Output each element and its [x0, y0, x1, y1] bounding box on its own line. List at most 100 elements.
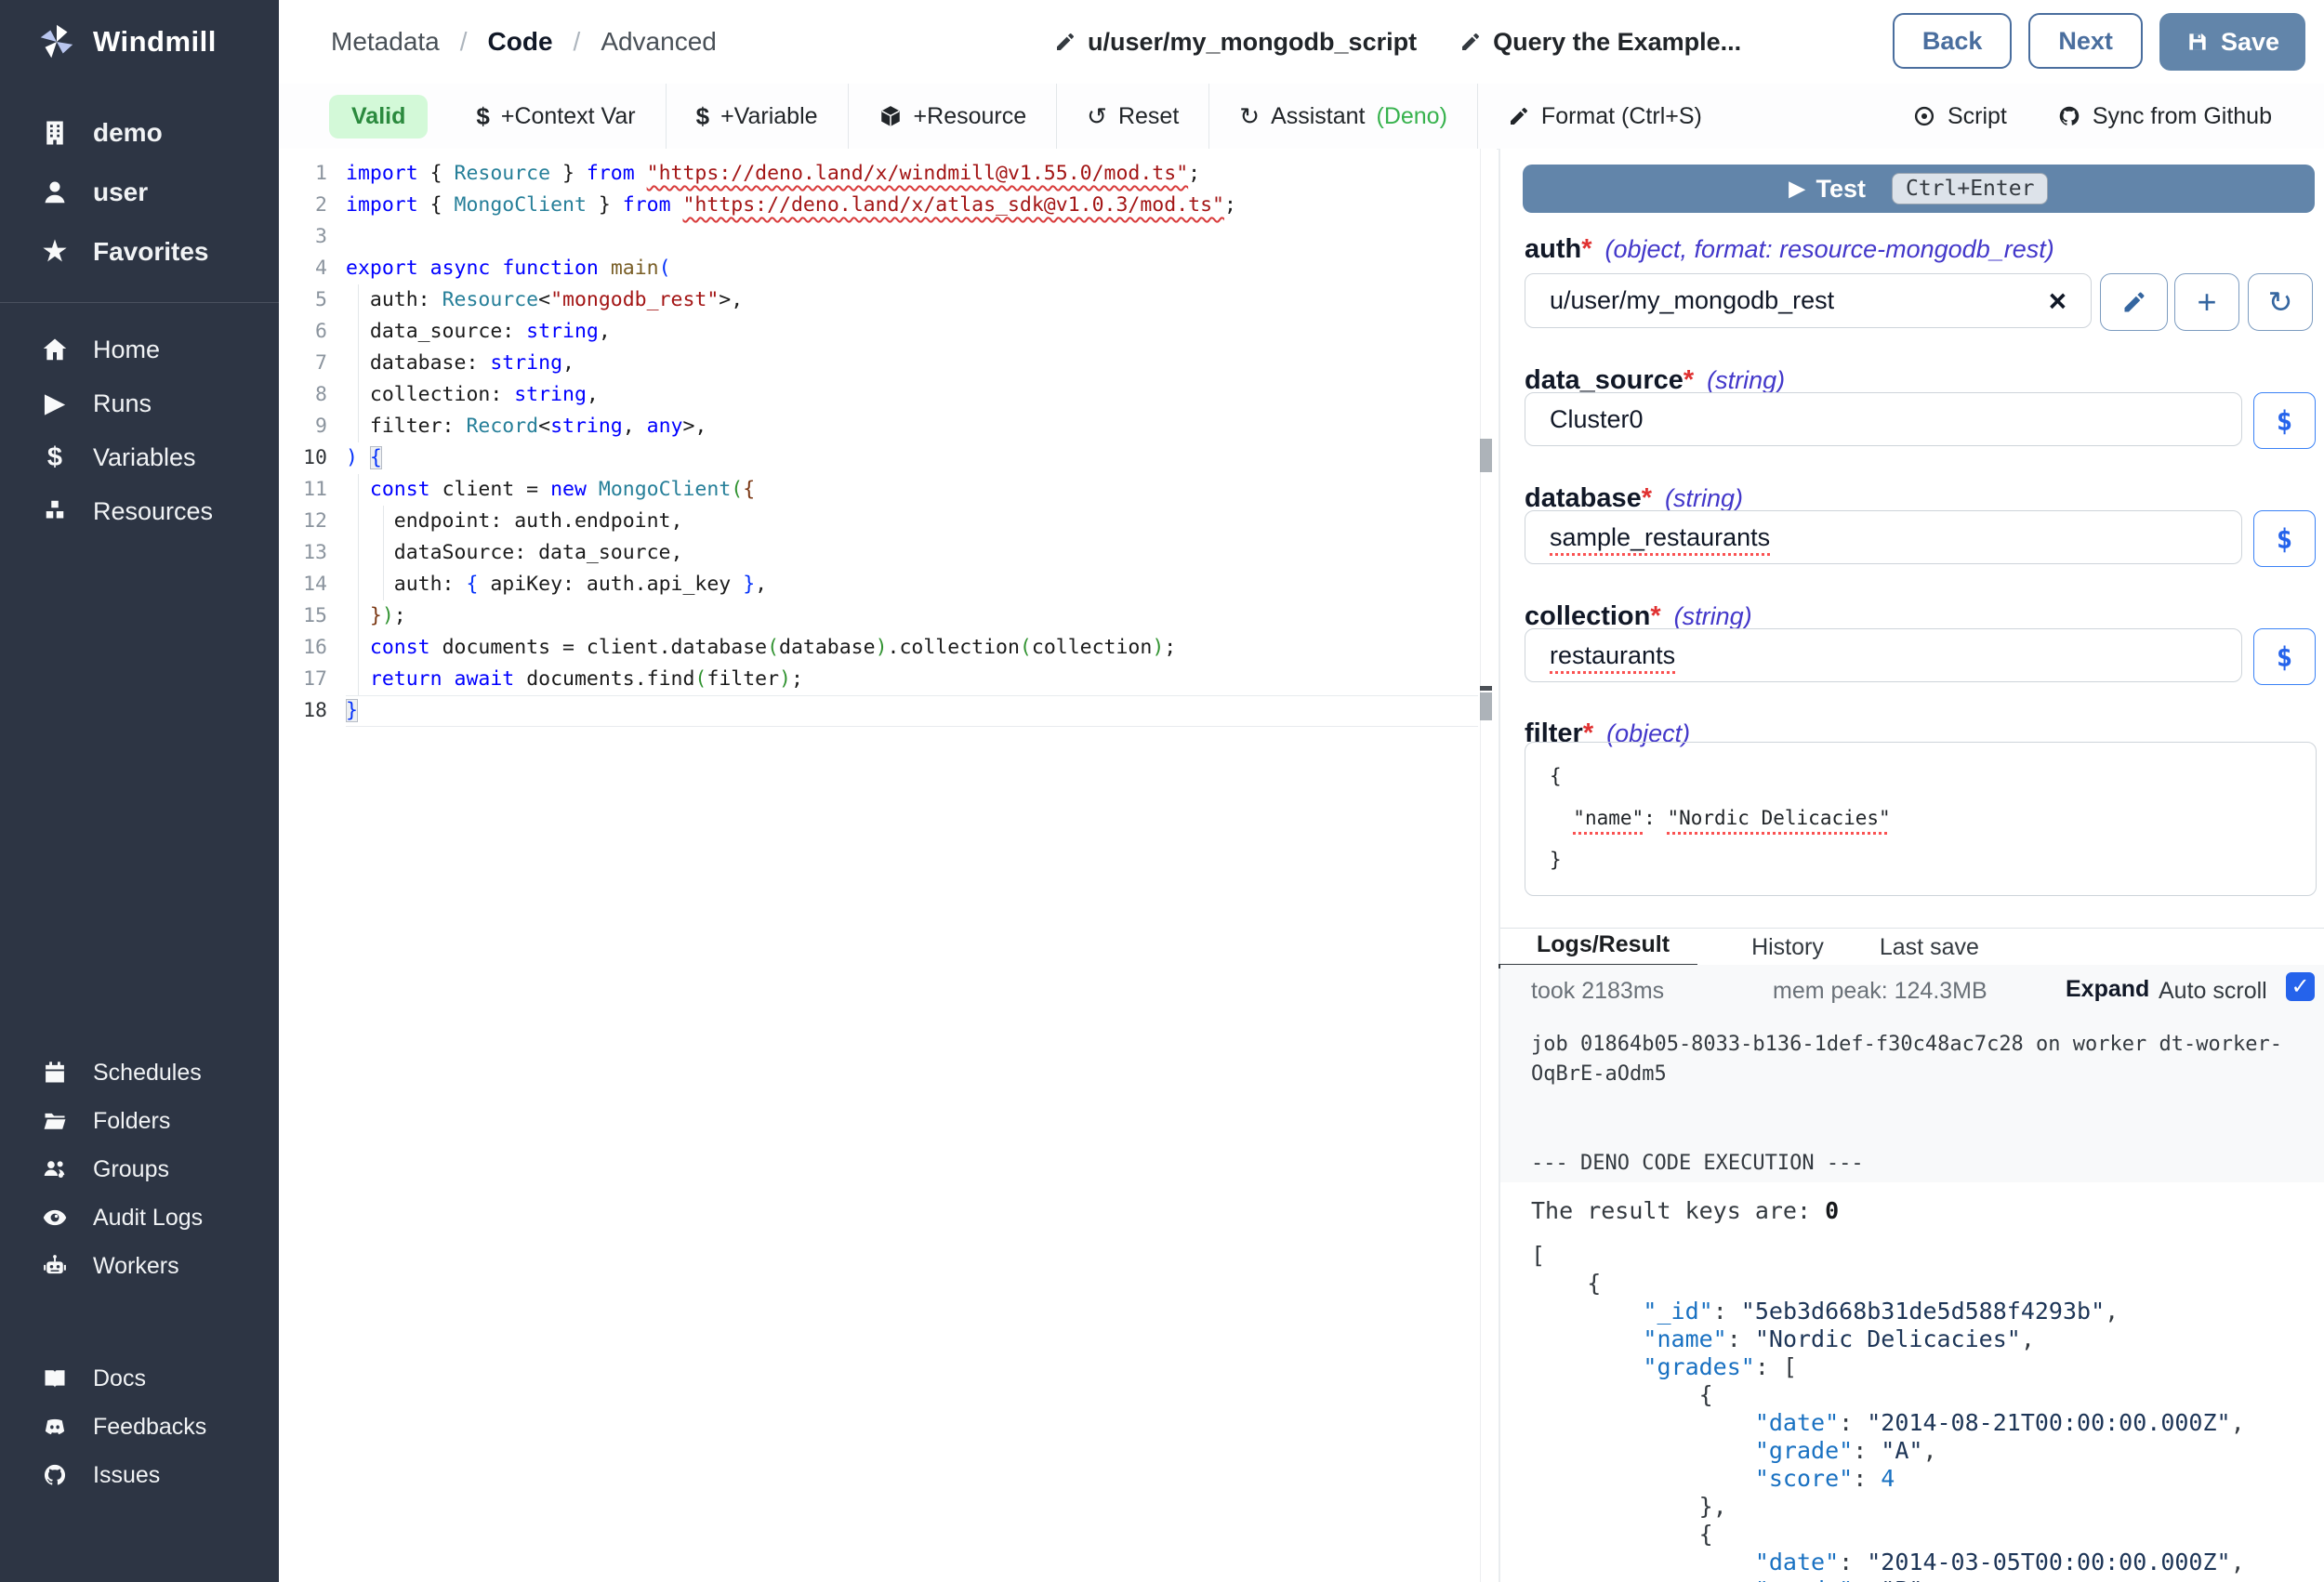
sync-from-github-button[interactable]: Sync from Github [2057, 94, 2272, 139]
brand-logo[interactable]: Windmill [0, 0, 279, 84]
code-line[interactable]: ) { [346, 442, 1478, 474]
sidebar-item-groups[interactable]: Groups [0, 1145, 279, 1193]
line-number[interactable]: 11 [279, 474, 327, 506]
tab-logs-result[interactable]: Logs/Result [1499, 927, 1697, 969]
code-line[interactable]: import { Resource } from "https://deno.l… [346, 158, 1478, 190]
next-button[interactable]: Next [2028, 13, 2143, 69]
code-line[interactable]: filter: Record<string, any>, [346, 411, 1478, 442]
tab-advanced[interactable]: Advanced [601, 27, 717, 57]
expand-button[interactable]: Expand [2066, 976, 2149, 1003]
edit-resource-button[interactable] [2100, 273, 2168, 331]
code-line[interactable]: } [346, 695, 1478, 727]
data-source-value: Cluster0 [1550, 405, 1644, 434]
tab-code[interactable]: Code [488, 27, 553, 57]
sidebar-item-variables[interactable]: $ Variables [0, 430, 279, 484]
auth-resource-input[interactable]: u/user/my_mongodb_rest × [1525, 273, 2092, 328]
line-number[interactable]: 3 [279, 221, 327, 253]
line-number[interactable]: 1 [279, 158, 327, 190]
save-label: Save [2221, 28, 2279, 57]
code-editor[interactable]: 123456789101112131415161718 import { Res… [279, 149, 1497, 1582]
line-number[interactable]: 8 [279, 379, 327, 411]
code-line[interactable]: data_source: string, [346, 316, 1478, 348]
script-summary[interactable]: Query the Example... [1459, 28, 1741, 57]
tab-history[interactable]: History [1751, 929, 1824, 966]
auto-scroll-checkbox[interactable]: ✓ [2286, 972, 2315, 1001]
assistant-button[interactable]: ↻ Assistant (Deno) [1209, 94, 1477, 139]
sidebar-item-resources[interactable]: Resources [0, 484, 279, 538]
code-line[interactable]: dataSource: data_source, [346, 537, 1478, 569]
refresh-resource-button[interactable]: ↻ [2248, 273, 2313, 331]
collection-var-picker-button[interactable]: $ [2253, 628, 2316, 685]
line-number[interactable]: 13 [279, 537, 327, 569]
line-number[interactable]: 12 [279, 506, 327, 537]
sidebar-item-docs[interactable]: Docs [0, 1354, 279, 1403]
editor-toolbar: Valid $ +Context Var $ +Variable +Resour… [279, 84, 2324, 150]
data-source-var-picker-button[interactable]: $ [2253, 392, 2316, 449]
script-path[interactable]: u/user/my_mongodb_script [1054, 28, 1417, 57]
line-number[interactable]: 5 [279, 284, 327, 316]
code-line[interactable]: const client = new MongoClient({ [346, 474, 1478, 506]
code-line[interactable]: database: string, [346, 348, 1478, 379]
tab-metadata[interactable]: Metadata [331, 27, 440, 57]
database-var-picker-button[interactable]: $ [2253, 510, 2316, 567]
sidebar-item-user[interactable]: user [0, 163, 279, 222]
code-line[interactable]: auth: { apiKey: auth.api_key }, [346, 569, 1478, 600]
filter-json-editor[interactable]: { "name": "Nordic Delicacies"} [1525, 742, 2317, 896]
line-number[interactable]: 15 [279, 600, 327, 632]
data-source-input[interactable]: Cluster0 [1525, 392, 2242, 446]
code-line[interactable]: endpoint: auth.endpoint, [346, 506, 1478, 537]
code-line[interactable]: import { MongoClient } from "https://den… [346, 190, 1478, 221]
line-number[interactable]: 17 [279, 664, 327, 695]
code-line[interactable]: auth: Resource<"mongodb_rest">, [346, 284, 1478, 316]
add-resource-button[interactable]: + [2174, 273, 2239, 331]
sidebar-item-audit-logs[interactable]: Audit Logs [0, 1193, 279, 1242]
code-line[interactable]: collection: string, [346, 379, 1478, 411]
line-number[interactable]: 16 [279, 632, 327, 664]
tab-last-save[interactable]: Last save [1880, 929, 1979, 966]
filter-line[interactable]: } [1550, 839, 2316, 881]
line-number[interactable]: 7 [279, 348, 327, 379]
line-number[interactable]: 10 [279, 442, 327, 474]
line-number[interactable]: 14 [279, 569, 327, 600]
clear-icon[interactable]: × [2049, 285, 2067, 316]
editor-gutter[interactable]: 123456789101112131415161718 [279, 158, 327, 727]
add-context-var-button[interactable]: $ +Context Var [446, 94, 665, 139]
collection-input[interactable]: restaurants [1525, 628, 2242, 682]
filter-line[interactable]: { [1550, 756, 2316, 798]
code-line[interactable]: const documents = client.database(databa… [346, 632, 1478, 664]
line-number[interactable]: 4 [279, 253, 327, 284]
sidebar-item-workspace[interactable]: demo [0, 103, 279, 163]
sidebar-item-favorites[interactable]: ★ Favorites [0, 222, 279, 282]
filter-line[interactable]: "name": "Nordic Delicacies" [1550, 798, 2316, 839]
sidebar-item-folders[interactable]: Folders [0, 1097, 279, 1145]
save-button[interactable]: Save [2159, 13, 2305, 71]
back-button[interactable]: Back [1893, 13, 2013, 69]
sidebar-item-label: Home [93, 336, 160, 364]
sidebar-item-schedules[interactable]: Schedules [0, 1048, 279, 1097]
database-input[interactable]: sample_restaurants [1525, 510, 2242, 564]
editor-content[interactable]: import { Resource } from "https://deno.l… [346, 158, 1478, 727]
code-line[interactable] [346, 221, 1478, 253]
robot-icon [39, 1253, 71, 1279]
add-resource-button[interactable]: +Resource [849, 94, 1057, 139]
sidebar-item-runs[interactable]: ▶ Runs [0, 376, 279, 430]
play-icon: ▶ [1789, 177, 1805, 201]
script-kind-button[interactable]: Script [1912, 94, 2007, 139]
line-number[interactable]: 18 [279, 695, 327, 727]
code-line[interactable]: }); [346, 600, 1478, 632]
add-variable-button[interactable]: $ +Variable [667, 94, 848, 139]
code-line[interactable]: export async function main( [346, 253, 1478, 284]
sidebar-item-feedbacks[interactable]: Feedbacks [0, 1403, 279, 1451]
test-button[interactable]: ▶ Test Ctrl+Enter [1523, 165, 2315, 213]
sidebar-item-home[interactable]: Home [0, 323, 279, 376]
line-number[interactable]: 6 [279, 316, 327, 348]
reset-button[interactable]: ↺ Reset [1057, 94, 1208, 139]
code-line[interactable]: return await documents.find(filter); [346, 664, 1478, 695]
add-variable-label: +Variable [720, 103, 817, 130]
sidebar-item-workers[interactable]: Workers [0, 1242, 279, 1290]
sidebar-item-issues[interactable]: Issues [0, 1451, 279, 1499]
line-number[interactable]: 9 [279, 411, 327, 442]
format-button[interactable]: Format (Ctrl+S) [1478, 94, 1732, 139]
refresh-icon: ↻ [2268, 284, 2293, 320]
line-number[interactable]: 2 [279, 190, 327, 221]
